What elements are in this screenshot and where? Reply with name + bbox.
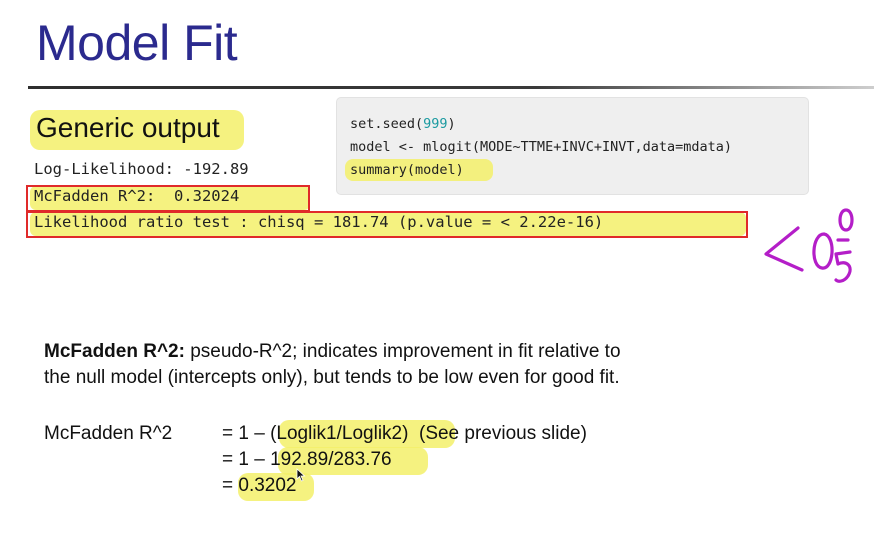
explanation-line-1: McFadden R^2: pseudo-R^2; indicates impr… [44,341,621,363]
formula-prefix: = 1 – [222,423,271,444]
formula-line-1: = 1 – (Loglik1/Loglik2) (See previous sl… [222,423,587,445]
formula-result: 0.3202 [238,475,297,496]
formula-label: McFadden R^2 [44,423,173,444]
title-divider [28,86,874,89]
mouse-cursor-icon [296,468,306,482]
formula-line-3: = 0.3202 [222,475,297,497]
term: McFadden R^2: [44,341,185,362]
code-text: set.seed( [350,116,424,132]
code-text: ) [447,116,456,132]
code-box: set.seed(999) model <- mlogit(MODE~TTME+… [337,98,808,194]
section-heading: Generic output [36,112,220,143]
handwritten-annotation [764,208,854,283]
explanation-line-2: the null model (intercepts only), but te… [44,367,620,388]
definition-text: pseudo-R^2; indicates improvement in fit… [184,341,621,362]
mcfadden-line: McFadden R^2: 0.32024 [34,187,240,205]
formula-prefix: = [222,475,239,496]
code-line-1: set.seed(999) [350,116,456,132]
formula-prefix: = 1 – [222,449,271,470]
formula-line-2: = 1 – 192.89/283.76 [222,449,392,471]
code-number: 999 [423,116,448,132]
formula-ratio: (Loglik1/Loglik2) [270,423,409,444]
code-line-2: model <- mlogit(MODE~TTME+INVC+INVT,data… [350,139,733,155]
formula-note: (See previous slide) [408,423,587,444]
lr-test-line: Likelihood ratio test : chisq = 181.74 (… [34,213,604,231]
code-line-3: summary(model) [350,162,464,178]
formula-values: 192.89/283.76 [270,449,392,470]
loglik-line: Log-Likelihood: -192.89 [34,160,249,178]
slide-title: Model Fit [36,15,238,71]
